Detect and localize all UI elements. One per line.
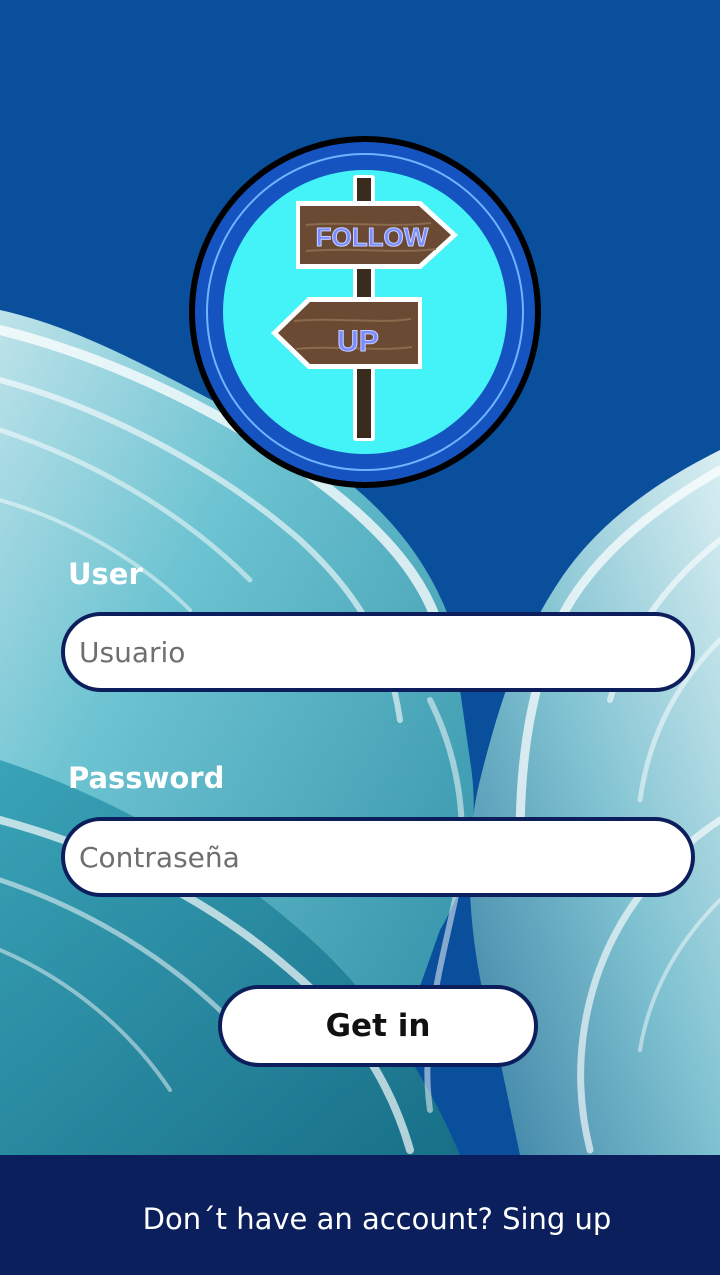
get-in-button[interactable]: Get in [218,985,538,1067]
user-label: User [68,557,143,591]
logo-follow-text: FOLLOW [316,222,429,252]
logo-up-text: UP [337,325,379,358]
user-input[interactable] [61,612,695,692]
password-input[interactable] [61,817,695,897]
footer-bar: Don´t have an account? Sing up [0,1155,720,1275]
signup-link[interactable]: Don´t have an account? Sing up [17,1155,720,1275]
password-label: Password [68,761,225,795]
signpost-logo-icon: FOLLOW UP [189,136,541,488]
login-screen: FOLLOW UP User Password Get in Don´t hav… [0,0,720,1275]
